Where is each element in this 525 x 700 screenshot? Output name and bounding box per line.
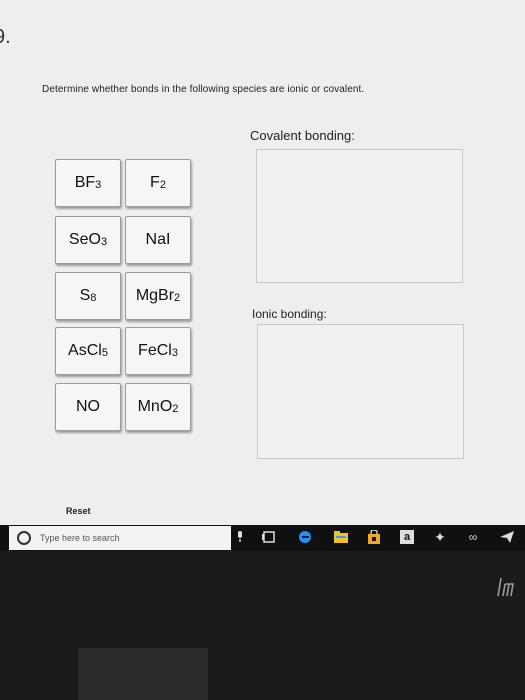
chip-fecl3[interactable]: FeCl 3 bbox=[125, 327, 191, 375]
chip-label: S bbox=[79, 287, 91, 304]
hp-logo bbox=[497, 576, 517, 604]
reset-button[interactable]: Reset bbox=[66, 506, 91, 516]
chip-subscript: 3 bbox=[95, 179, 102, 191]
paper-plane-icon[interactable] bbox=[500, 530, 514, 544]
chip-s8[interactable]: S8 bbox=[55, 272, 121, 320]
chip-mno2[interactable]: MnO 2 bbox=[125, 383, 191, 431]
chip-label: NaI bbox=[145, 231, 171, 248]
chip-label: SeO bbox=[68, 231, 101, 248]
chip-subscript: 2 bbox=[172, 403, 179, 415]
chip-subscript: 2 bbox=[174, 292, 181, 304]
monitor-stand bbox=[78, 648, 208, 700]
chip-nai[interactable]: NaI bbox=[125, 216, 191, 264]
dropbox-icon[interactable]: ✦ bbox=[433, 529, 447, 545]
chip-ascl5[interactable]: AsCl 5 bbox=[55, 327, 121, 375]
amazon-letter: a bbox=[403, 531, 411, 543]
app-screen: 9. Determine whether bonds in the follow… bbox=[0, 0, 525, 525]
covalent-label: Covalent bonding: bbox=[250, 128, 355, 143]
chip-subscript: 5 bbox=[101, 347, 108, 359]
file-explorer-icon[interactable] bbox=[334, 530, 348, 544]
chip-subscript: 8 bbox=[90, 292, 97, 304]
edge-browser-icon[interactable] bbox=[298, 530, 312, 544]
chip-label: MgBr bbox=[135, 287, 175, 304]
infinity-icon[interactable]: ∞ bbox=[466, 530, 480, 544]
chip-label: AsCl bbox=[68, 342, 102, 359]
windows-taskbar: Type here to search a ✦ ∞ bbox=[0, 525, 525, 551]
chip-subscript: 3 bbox=[100, 236, 108, 248]
chip-label: BF bbox=[74, 174, 96, 191]
chip-subscript: 3 bbox=[171, 347, 178, 359]
cortana-circle-icon bbox=[17, 531, 31, 545]
microphone-icon[interactable] bbox=[233, 530, 247, 544]
question-prompt: Determine whether bonds in the following… bbox=[42, 84, 365, 95]
search-placeholder: Type here to search bbox=[40, 533, 120, 543]
chip-label: FeCl bbox=[138, 342, 172, 359]
chip-label: NO bbox=[76, 398, 100, 415]
question-number: 9. bbox=[0, 26, 11, 48]
chip-subscript: 2 bbox=[159, 179, 166, 191]
chip-label: MnO bbox=[137, 398, 173, 415]
ionic-label: Ionic bonding: bbox=[252, 307, 327, 321]
chip-no[interactable]: NO bbox=[55, 383, 121, 431]
amazon-icon[interactable]: a bbox=[400, 530, 414, 544]
covalent-drop-zone[interactable] bbox=[256, 149, 463, 283]
chip-label: F bbox=[150, 174, 160, 191]
chip-bf3[interactable]: BF 3 bbox=[55, 159, 121, 207]
chip-f2[interactable]: F2 bbox=[125, 159, 191, 207]
chip-mgbr2[interactable]: MgBr 2 bbox=[125, 272, 191, 320]
task-view-icon[interactable] bbox=[262, 530, 276, 544]
store-bag-icon[interactable] bbox=[367, 530, 381, 544]
ionic-drop-zone[interactable] bbox=[257, 324, 464, 459]
taskbar-search-box[interactable]: Type here to search bbox=[9, 526, 231, 550]
chip-seo3[interactable]: SeO 3 bbox=[55, 216, 121, 264]
